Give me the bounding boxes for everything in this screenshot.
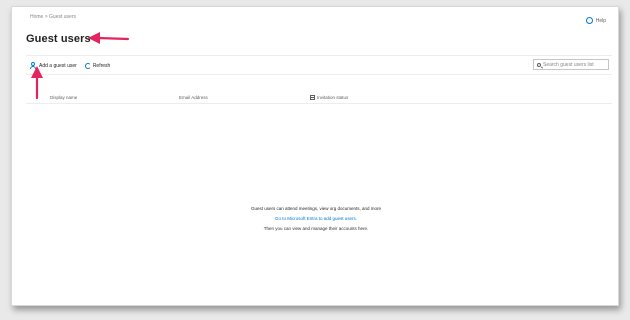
help-icon [585, 17, 593, 24]
refresh-icon [84, 63, 91, 69]
header-divider [26, 55, 612, 56]
person-add-icon [30, 62, 37, 70]
toolbar-divider [26, 74, 612, 75]
refresh-label: Refresh [92, 63, 111, 69]
empty-state: Guest users can attend meetings, view or… [12, 204, 620, 234]
help-link[interactable]: Help [585, 17, 606, 24]
add-guest-user-label: Add a guest user [39, 63, 77, 69]
toolbar: Add a guest user Refresh [30, 62, 110, 70]
search-input[interactable] [543, 61, 607, 68]
page-title: Guest users [26, 33, 91, 45]
breadcrumb[interactable]: Home > Guest users [30, 14, 76, 20]
table-header-divider [26, 103, 612, 104]
calendar-icon [310, 95, 315, 100]
search-box[interactable] [533, 59, 609, 70]
column-header-invitation-status[interactable]: Invitation status [310, 95, 348, 100]
help-label: Help [595, 17, 606, 24]
column-header-email-address[interactable]: Email Address [179, 95, 208, 100]
column-header-display-name[interactable]: Display name [50, 95, 77, 100]
search-icon [537, 62, 541, 67]
admin-page: Home > Guest users Help Guest users Add … [11, 6, 619, 306]
empty-state-subtext: Then you can view and manage their accou… [263, 226, 369, 231]
add-guest-user-button[interactable]: Add a guest user [30, 62, 77, 70]
refresh-button[interactable]: Refresh [84, 63, 111, 69]
empty-state-heading: Guest users can attend meetings, view or… [250, 206, 382, 211]
microsoft-entra-link[interactable]: Go to Microsoft Entra to add guest users… [12, 214, 620, 224]
